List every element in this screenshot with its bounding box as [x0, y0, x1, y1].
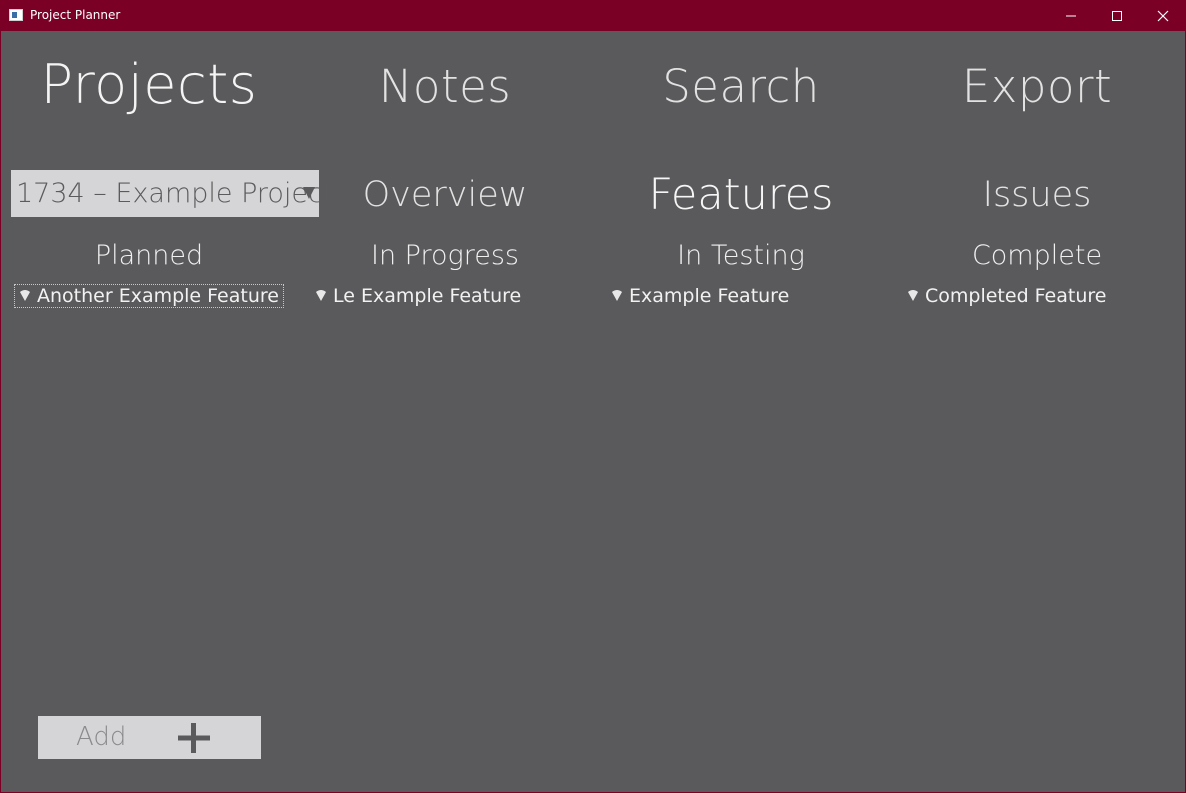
- plus-icon: [178, 723, 210, 753]
- close-button[interactable]: [1140, 0, 1186, 31]
- column-in-progress: In Progress Le Example Feature: [297, 236, 593, 706]
- feature-item[interactable]: Completed Feature: [902, 284, 1111, 308]
- feature-item[interactable]: Another Example Feature: [14, 284, 284, 308]
- app-icon: [9, 9, 23, 21]
- expand-arrow-icon[interactable]: [907, 288, 919, 304]
- maximize-icon: [1112, 11, 1122, 21]
- feature-item[interactable]: Example Feature: [606, 284, 794, 308]
- project-dropdown[interactable]: 1734 – Example Project: [11, 170, 333, 217]
- column-planned: Planned Another Example Feature: [1, 236, 297, 706]
- window-title: Project Planner: [30, 8, 121, 22]
- add-button-label: Add: [76, 722, 127, 752]
- minimize-icon: [1066, 15, 1076, 17]
- feature-label: Completed Feature: [925, 285, 1107, 307]
- feature-label: Example Feature: [629, 285, 790, 307]
- column-header: In Progress: [371, 240, 519, 271]
- column-header: Planned: [94, 240, 204, 271]
- tab-issues[interactable]: Issues: [889, 171, 1185, 219]
- feature-label: Le Example Feature: [333, 285, 522, 307]
- add-button[interactable]: Add: [38, 716, 261, 759]
- project-dropdown-value: 1734 – Example Project: [16, 178, 334, 209]
- expand-arrow-icon[interactable]: [315, 288, 327, 304]
- tab-overview[interactable]: Overview: [297, 171, 593, 219]
- column-complete: Complete Completed Feature: [889, 236, 1185, 706]
- expand-arrow-icon[interactable]: [611, 288, 623, 304]
- title-bar[interactable]: Project Planner: [0, 0, 1186, 31]
- tab-export[interactable]: Export: [889, 57, 1185, 117]
- expand-arrow-icon[interactable]: [19, 288, 31, 304]
- tab-features[interactable]: Features: [593, 171, 889, 219]
- column-in-testing: In Testing Example Feature: [593, 236, 889, 706]
- close-icon: [1157, 10, 1169, 22]
- maximize-button[interactable]: [1094, 0, 1140, 31]
- column-header: In Testing: [677, 240, 805, 271]
- column-header: Complete: [971, 240, 1103, 271]
- tab-notes[interactable]: Notes: [297, 57, 593, 117]
- tab-search[interactable]: Search: [593, 57, 889, 117]
- main-content: Projects Notes Search Export 1734 – Exam…: [1, 31, 1185, 792]
- feature-label: Another Example Feature: [37, 285, 279, 307]
- feature-item[interactable]: Le Example Feature: [310, 284, 526, 308]
- app-window: Project Planner Projects Notes Search Ex…: [0, 0, 1186, 793]
- minimize-button[interactable]: [1048, 0, 1094, 31]
- tab-projects[interactable]: Projects: [1, 55, 297, 115]
